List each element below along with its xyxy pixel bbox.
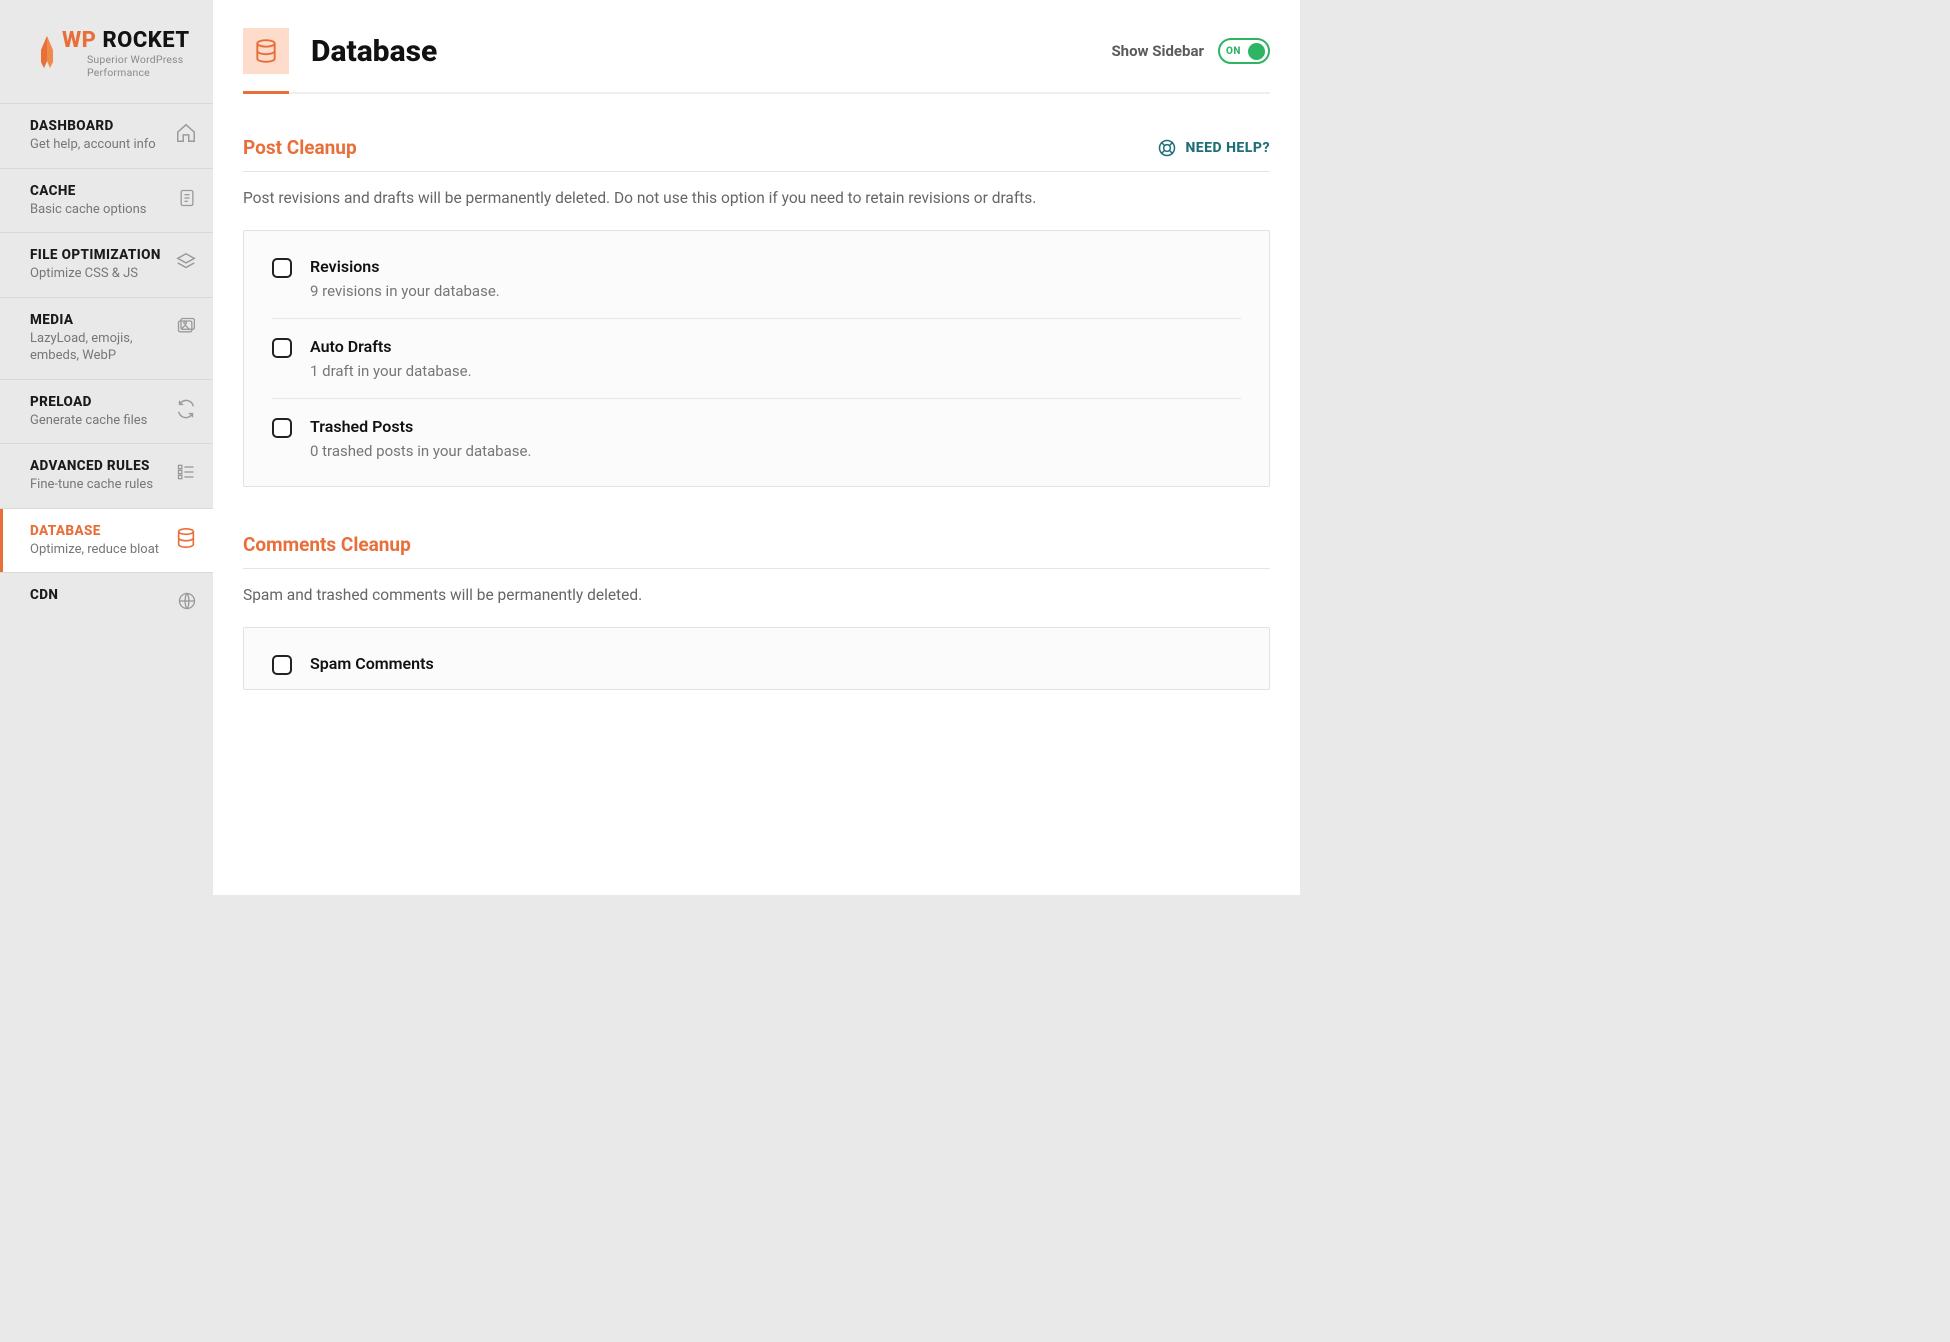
option-auto-drafts: Auto Drafts 1 draft in your database. [272, 319, 1241, 399]
sidebar-item-cache[interactable]: CACHE Basic cache options [0, 169, 213, 234]
sidebar-item-sub: Fine-tune cache rules [30, 476, 167, 494]
sidebar-item-title: MEDIA [30, 312, 167, 328]
sidebar-item-title: DASHBOARD [30, 118, 167, 134]
list-icon [175, 462, 197, 486]
brand-tagline: Superior WordPress Performance [62, 53, 193, 79]
option-label: Auto Drafts [310, 337, 472, 356]
show-sidebar-label: Show Sidebar [1111, 42, 1204, 60]
database-icon [175, 527, 197, 553]
checkbox-spam-comments[interactable] [272, 655, 292, 675]
checkbox-trashed-posts[interactable] [272, 418, 292, 438]
sidebar-item-title: CDN [30, 587, 169, 603]
sidebar-item-title: ADVANCED RULES [30, 458, 167, 474]
sidebar: WP ROCKET Superior WordPress Performance… [0, 0, 213, 895]
page-title: Database [311, 34, 437, 69]
section-post-cleanup: Post Cleanup NEED HELP? Post revisions a… [243, 136, 1270, 487]
layers-icon [175, 251, 197, 277]
sidebar-item-file-optimization[interactable]: FILE OPTIMIZATION Optimize CSS & JS [0, 233, 213, 298]
sidebar-item-database[interactable]: DATABASE Optimize, reduce bloat [0, 509, 213, 574]
option-label: Trashed Posts [310, 417, 531, 436]
page-header: Database Show Sidebar ON [243, 28, 1270, 74]
sidebar-item-sub: Basic cache options [30, 201, 169, 219]
option-sub: 1 draft in your database. [310, 362, 472, 380]
checkbox-revisions[interactable] [272, 258, 292, 278]
brand-rocket: ROCKET [102, 28, 189, 53]
sidebar-item-sub: LazyLoad, emojis, embeds, WebP [30, 330, 167, 365]
option-spam-comments: Spam Comments [272, 636, 1241, 681]
toggle-knob [1248, 43, 1265, 60]
header-underline [243, 92, 1270, 94]
rocket-icon [38, 34, 56, 74]
option-label: Spam Comments [310, 654, 434, 673]
sidebar-item-title: DATABASE [30, 523, 167, 539]
show-sidebar-toggle[interactable]: ON [1218, 38, 1270, 64]
sidebar-item-advanced-rules[interactable]: ADVANCED RULES Fine-tune cache rules [0, 444, 213, 509]
images-icon [175, 316, 197, 340]
sidebar-item-sub: Optimize, reduce bloat [30, 541, 167, 559]
option-sub: 9 revisions in your database. [310, 282, 500, 300]
option-label: Revisions [310, 257, 500, 276]
section-comments-cleanup: Comments Cleanup Spam and trashed commen… [243, 533, 1270, 690]
toggle-state-label: ON [1226, 46, 1241, 57]
checkbox-auto-drafts[interactable] [272, 338, 292, 358]
refresh-icon [175, 398, 197, 424]
main-content: Database Show Sidebar ON Post Cleanup NE… [213, 0, 1300, 895]
globe-icon [177, 591, 197, 615]
sidebar-nav: DASHBOARD Get help, account info CACHE B… [0, 103, 213, 629]
sidebar-item-sub: Optimize CSS & JS [30, 265, 167, 283]
section-title: Post Cleanup [243, 136, 357, 159]
sidebar-item-preload[interactable]: PRELOAD Generate cache files [0, 380, 213, 445]
need-help-label: NEED HELP? [1185, 140, 1270, 156]
options-panel: Spam Comments [243, 627, 1270, 690]
brand-logo: WP ROCKET Superior WordPress Performance [0, 0, 213, 103]
need-help-button[interactable]: NEED HELP? [1157, 138, 1270, 158]
sidebar-item-title: CACHE [30, 183, 169, 199]
sidebar-item-sub: Generate cache files [30, 412, 167, 430]
page-database-icon [243, 28, 289, 74]
lifering-icon [1157, 138, 1177, 158]
section-title: Comments Cleanup [243, 533, 411, 556]
sidebar-item-cdn[interactable]: CDN [0, 573, 213, 629]
doc-icon [177, 187, 197, 213]
sidebar-item-media[interactable]: MEDIA LazyLoad, emojis, embeds, WebP [0, 298, 213, 380]
sidebar-item-title: PRELOAD [30, 394, 167, 410]
sidebar-item-dashboard[interactable]: DASHBOARD Get help, account info [0, 104, 213, 169]
brand-wp: WP [62, 28, 96, 53]
option-sub: 0 trashed posts in your database. [310, 442, 531, 460]
section-desc: Post revisions and drafts will be perman… [243, 186, 1270, 210]
option-trashed-posts: Trashed Posts 0 trashed posts in your da… [272, 399, 1241, 478]
sidebar-item-title: FILE OPTIMIZATION [30, 247, 167, 263]
sidebar-item-sub: Get help, account info [30, 136, 167, 154]
home-icon [175, 122, 197, 148]
options-panel: Revisions 9 revisions in your database. … [243, 230, 1270, 487]
section-desc: Spam and trashed comments will be perman… [243, 583, 1270, 607]
option-revisions: Revisions 9 revisions in your database. [272, 239, 1241, 319]
